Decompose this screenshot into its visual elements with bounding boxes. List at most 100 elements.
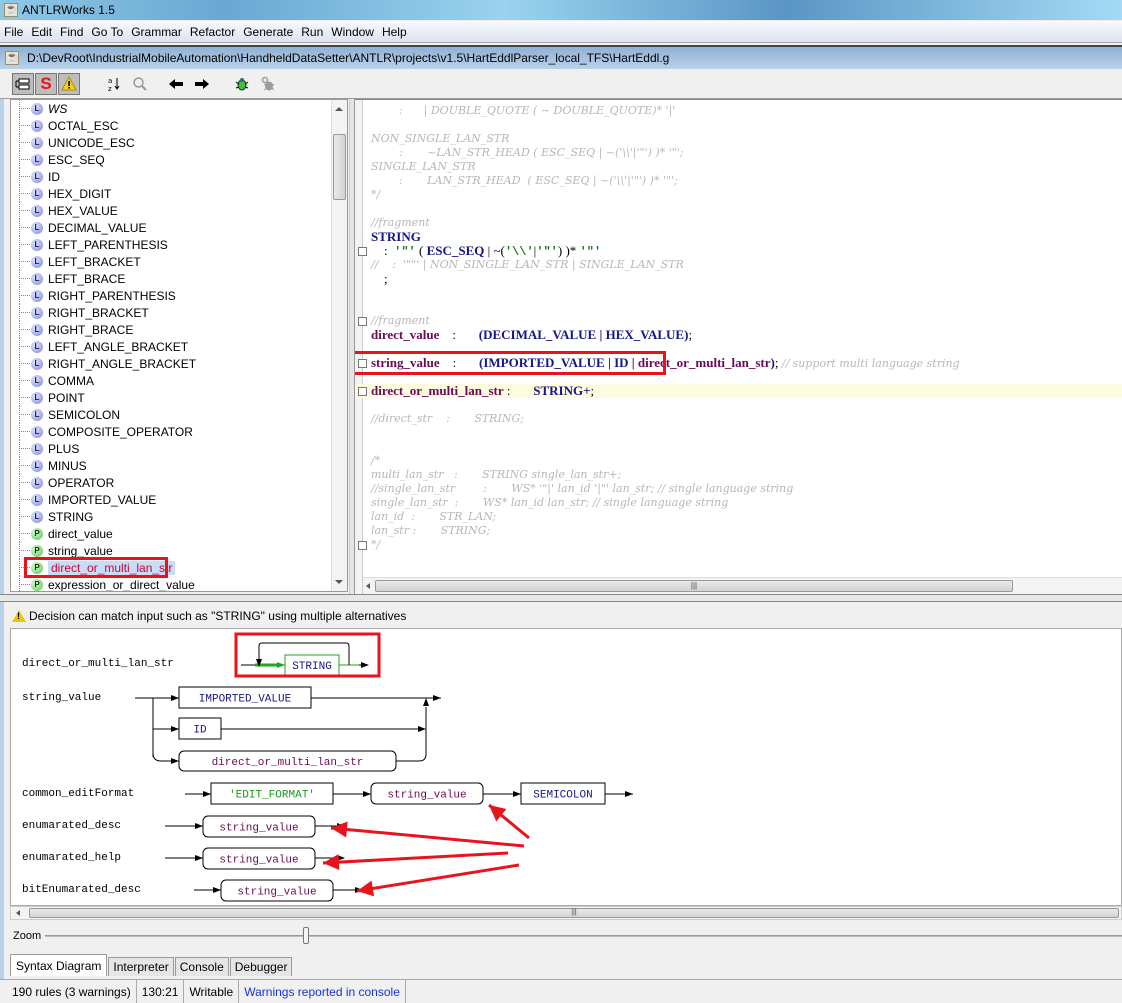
tree-item[interactable]: L HEX_VALUE (11, 202, 331, 219)
zoom-slider-track[interactable] (45, 935, 1122, 937)
tree-item[interactable]: Pdirect_value (11, 525, 331, 542)
code-line: : LAN_STR_HEAD ( ESC_SEQ | ~('\\'|'"') )… (371, 174, 1122, 188)
tab-console[interactable]: Console (174, 957, 229, 976)
menu-run[interactable]: Run (297, 25, 327, 39)
syntax-button[interactable]: S (35, 72, 57, 95)
rules-tree-panel: L WS L OCTAL_ESC L UNICODE_ESC L ESC_SEQ L ID L HEX… (10, 99, 348, 592)
connector-line (330, 826, 525, 848)
code-token: multi_lan_str : STRING single_lan_str+; (371, 468, 622, 481)
tab-interpreter[interactable]: Interpreter (108, 957, 174, 976)
menu-help[interactable]: Help (378, 25, 411, 39)
tab-syntax-diagram[interactable]: Syntax Diagram (10, 954, 108, 976)
code-line: lan_id : STR_LAN; (371, 510, 1122, 524)
lexer-rule-icon: L (31, 476, 43, 489)
lexer-rule-icon: L (31, 374, 43, 387)
diagram-scroll-thumb[interactable]: ||| (29, 908, 1119, 918)
grammar-editor[interactable]: : | DOUBLE_QUOTE ( ~ DOUBLE_QUOTE)* '|' … (355, 99, 1122, 594)
scroll-left-arrow-icon[interactable] (16, 910, 20, 916)
code-token: SINGLE_LAN_STR (371, 160, 476, 173)
back-button[interactable] (165, 73, 187, 95)
find-button[interactable] (129, 73, 151, 95)
warnings-button[interactable] (58, 72, 80, 95)
tree-item[interactable]: L WS (11, 100, 331, 117)
scroll-left-arrow-icon[interactable] (366, 583, 370, 589)
menu-file[interactable]: File (0, 25, 27, 39)
menu-go-to[interactable]: Go To (87, 25, 127, 39)
tree-item[interactable]: L HEX_DIGIT (11, 185, 331, 202)
tree-item[interactable]: L MINUS (11, 457, 331, 474)
code-line: */ (371, 188, 1122, 202)
forward-button[interactable] (191, 73, 213, 95)
status-console-link[interactable]: Warnings reported in console (239, 980, 406, 1003)
tree-item[interactable]: L RIGHT_BRACKET (11, 304, 331, 321)
tab-debugger[interactable]: Debugger (229, 957, 293, 976)
tree-item-label: LEFT_ANGLE_BRACKET (48, 339, 189, 354)
tree-scroll-thumb[interactable] (333, 134, 346, 200)
rules-tree: L WS L OCTAL_ESC L UNICODE_ESC L ESC_SEQ L ID L HEX… (11, 100, 331, 591)
tree-item[interactable]: L POINT (11, 389, 331, 406)
tree-item[interactable]: L LEFT_BRACE (11, 270, 331, 287)
diagram-rule-name: enumarated_desc (22, 820, 121, 832)
tree-item-label: MINUS (48, 458, 87, 473)
tree-item[interactable]: L OCTAL_ESC (11, 117, 331, 134)
scroll-up-arrow-icon[interactable] (335, 107, 343, 111)
tree-item[interactable]: L STRING (11, 508, 331, 525)
debug-disabled-button[interactable] (257, 73, 279, 95)
status-bar: 190 rules (3 warnings) 130:21 Writable W… (0, 979, 1122, 1003)
tree-item[interactable]: L PLUS (11, 440, 331, 457)
tree-item-label: ESC_SEQ (48, 152, 105, 167)
lexer-rule-icon: L (31, 238, 43, 251)
fold-marker-icon[interactable] (358, 387, 367, 396)
editor-horizontal-scrollbar[interactable]: ||| (363, 577, 1122, 594)
tree-item[interactable]: L IMPORTED_VALUE (11, 491, 331, 508)
tree-item[interactable]: L COMMA (11, 372, 331, 389)
code-line: single_lan_str : WS* lan_id lan_str; // … (371, 496, 1122, 510)
tree-item[interactable]: L COMPOSITE_OPERATOR (11, 423, 331, 440)
menu-generate[interactable]: Generate (239, 25, 297, 39)
menu-edit[interactable]: Edit (27, 25, 56, 39)
tree-vertical-scrollbar[interactable] (331, 100, 347, 591)
tree-item[interactable]: L RIGHT_BRACE (11, 321, 331, 338)
tree-item[interactable]: L RIGHT_PARENTHESIS (11, 287, 331, 304)
tree-item[interactable]: L SEMICOLON (11, 406, 331, 423)
code-area[interactable]: : | DOUBLE_QUOTE ( ~ DOUBLE_QUOTE)* '|' … (355, 104, 1122, 594)
antlrworks-window: ☕ ANTLRWorks 1.5 File Edit Find Go To Gr… (0, 0, 1122, 1003)
code-line: ; (371, 272, 1122, 286)
tree-item[interactable]: L ESC_SEQ (11, 151, 331, 168)
code-line: */ (371, 538, 1122, 552)
menu-window[interactable]: Window (327, 25, 378, 39)
fold-marker-icon[interactable] (358, 247, 367, 256)
tree-item[interactable]: L OPERATOR (11, 474, 331, 491)
tree-item[interactable]: Pexpression_or_direct_value (11, 576, 331, 591)
tree-item[interactable]: L RIGHT_ANGLE_BRACKET (11, 355, 331, 372)
sort-az-button[interactable]: az (103, 73, 125, 95)
tree-item[interactable]: L UNICODE_ESC (11, 134, 331, 151)
fold-marker-icon[interactable] (358, 541, 367, 550)
lexer-rule-icon: L (31, 221, 43, 234)
tree-item-label: string_value (48, 543, 113, 558)
tree-item[interactable]: L LEFT_BRACKET (11, 253, 331, 270)
tree-item[interactable]: L DECIMAL_VALUE (11, 219, 331, 236)
fold-marker-icon[interactable] (358, 359, 367, 368)
diagram-horizontal-scrollbar[interactable]: ||| (10, 906, 1122, 920)
rule-tree-button[interactable] (12, 72, 34, 95)
code-line: : ~LAN_STR_HEAD ( ESC_SEQ | ~('\\'|'"') … (371, 146, 1122, 160)
tree-item[interactable]: L LEFT_ANGLE_BRACKET (11, 338, 331, 355)
fold-marker-icon[interactable] (358, 317, 367, 326)
menu-refactor[interactable]: Refactor (186, 25, 239, 39)
diagram-node-label: STRING (292, 661, 332, 673)
tree-item[interactable]: L LEFT_PARENTHESIS (11, 236, 331, 253)
code-token: direct_value (371, 327, 440, 342)
debug-button[interactable] (231, 73, 253, 95)
menu-grammar[interactable]: Grammar (127, 25, 186, 39)
editor-scroll-thumb[interactable]: ||| (375, 580, 1013, 592)
code-token: STRING (371, 229, 421, 244)
horizontal-split-divider[interactable] (0, 594, 1122, 602)
tree-item[interactable]: L ID (11, 168, 331, 185)
code-line: //fragment (371, 314, 1122, 328)
menu-find[interactable]: Find (56, 25, 87, 39)
scroll-down-arrow-icon[interactable] (335, 580, 343, 584)
zoom-slider-knob[interactable] (303, 927, 309, 944)
